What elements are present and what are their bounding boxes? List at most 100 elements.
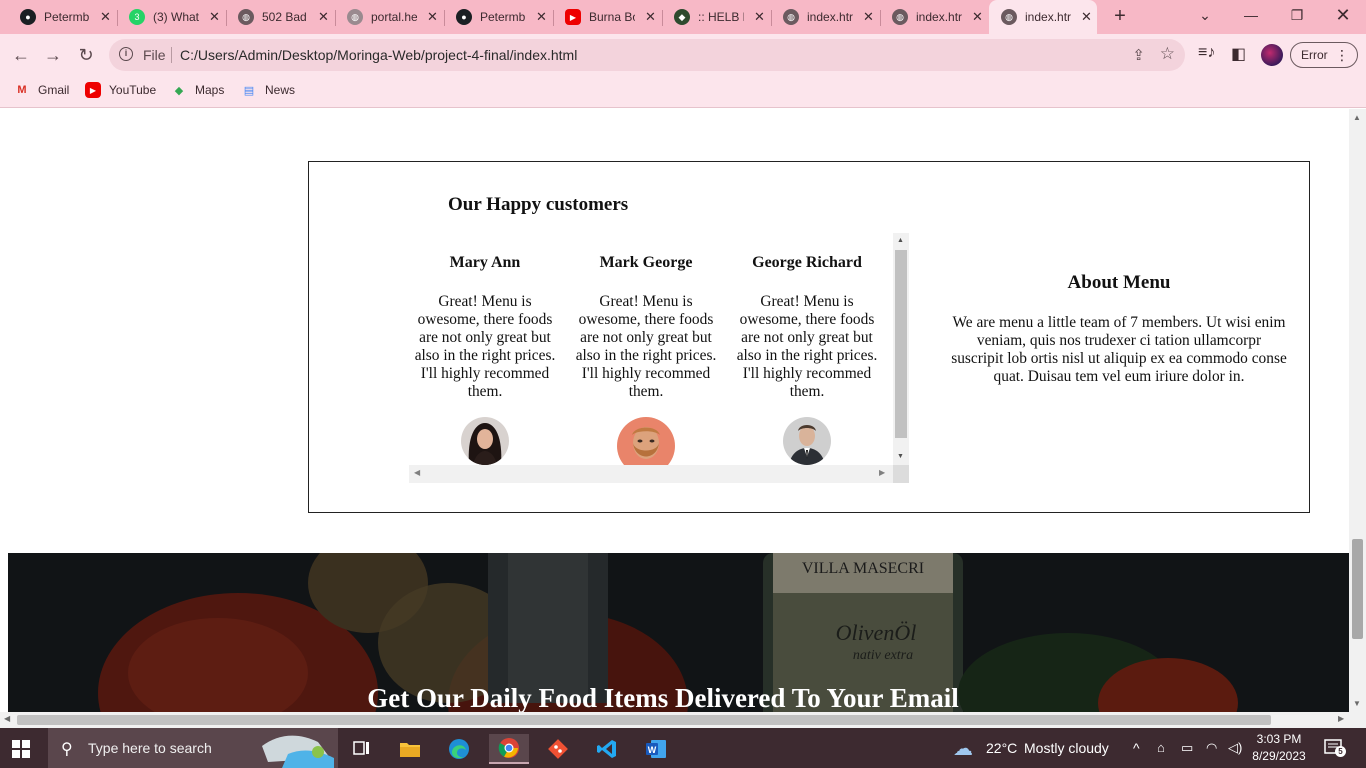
scroll-down-icon[interactable]: ▼ [1353,699,1361,708]
customers-heading: Our Happy customers [448,194,629,215]
file-explorer-icon[interactable] [390,734,430,764]
tab-title: index.htr [1025,10,1071,24]
github-icon: ● [456,9,472,25]
profile-error-button[interactable]: Error ⋮ [1290,42,1358,68]
customer-name: Mary Ann [449,254,521,271]
close-icon[interactable]: ✕ [318,9,329,25]
about-text: We are menu a little team of 7 members. … [951,314,1287,385]
youtube-icon: ▶ [565,9,581,25]
tab-github-1[interactable]: ● Petermb ✕ [12,0,114,34]
vscode-icon[interactable] [587,734,627,764]
windows-start-icon[interactable] [12,740,30,758]
show-hidden-icons-icon[interactable]: ^ [1133,740,1140,756]
scroll-up-icon[interactable]: ▲ [1353,113,1361,122]
notifications-icon[interactable]: 5 [1324,739,1346,757]
scroll-left-icon[interactable]: ◀ [4,714,10,723]
address-bar[interactable]: i File C:/Users/Admin/Desktop/Moringa-We… [109,39,1185,71]
forward-button[interactable]: → [40,42,66,68]
customer-quote: Great! Menu is owesome, there foods are … [575,293,717,400]
globe-icon: ◍ [892,9,908,25]
meet-now-icon[interactable]: ⌂ [1157,740,1165,755]
bookmark-gmail[interactable]: M Gmail [14,82,69,98]
tab-search-icon[interactable]: ⌄ [1182,0,1228,30]
testimonials-horizontal-scrollbar[interactable]: ◀ ▶ [409,465,893,483]
github-icon: ● [20,9,36,25]
back-button[interactable]: ← [8,42,34,68]
tab-index-2[interactable]: ◍ index.htr ✕ [884,0,986,34]
chrome-icon[interactable] [489,734,529,764]
scroll-right-icon[interactable]: ▶ [1338,714,1344,723]
testimonials-vertical-scrollbar[interactable]: ▲ ▼ [893,233,909,465]
close-window-button[interactable]: ✕ [1320,0,1366,30]
bookmark-youtube[interactable]: ▶ YouTube [85,82,156,98]
scrollbar-thumb[interactable] [1352,539,1363,639]
info-icon[interactable]: i [119,47,133,61]
profile-avatar[interactable] [1261,44,1283,66]
close-icon[interactable]: ✕ [1081,9,1092,25]
tab-title: :: HELB P [698,10,744,24]
browser-toolbar: ← → ↻ i File C:/Users/Admin/Desktop/Mori… [0,34,1366,76]
media-queue-icon[interactable]: ≡♪ [1198,44,1215,62]
bookmark-maps[interactable]: ◆ Maps [171,82,225,98]
close-icon[interactable]: ✕ [100,9,111,25]
minimize-button[interactable]: — [1228,0,1274,30]
word-icon[interactable]: W [636,734,676,764]
tab-github-2[interactable]: ● Petermb ✕ [448,0,550,34]
side-panel-icon[interactable]: ◧ [1231,44,1246,64]
volume-icon[interactable]: ◁) [1228,740,1242,756]
close-icon[interactable]: ✕ [209,9,220,25]
scrollbar-thumb[interactable] [895,250,907,438]
edge-icon[interactable] [439,734,479,764]
close-icon[interactable]: ✕ [427,9,438,25]
bookmark-news[interactable]: ▤ News [241,82,295,98]
whatsapp-icon: 3 [129,9,145,25]
scroll-down-icon[interactable]: ▼ [897,452,904,460]
weather-cloud-icon[interactable]: ☁ [953,736,973,761]
bookmark-star-icon[interactable]: ☆ [1160,44,1175,64]
scheme-label: File [143,47,166,63]
scroll-up-icon[interactable]: ▲ [897,236,904,244]
weather-condition[interactable]: Mostly cloudy [1024,740,1109,756]
url-text[interactable]: C:/Users/Admin/Desktop/Moringa-Web/proje… [180,47,577,63]
bookmark-label: Maps [195,83,225,97]
page-vertical-scrollbar[interactable]: ▲ ▼ [1349,109,1366,712]
man-in-suit-avatar [783,417,831,465]
taskbar-search[interactable]: ⚲ Type here to search [48,728,338,768]
search-placeholder: Type here to search [88,740,212,756]
weather-temperature[interactable]: 22°C [986,740,1017,756]
reload-button[interactable]: ↻ [73,42,99,68]
tab-title: Burna Bo [589,10,635,24]
close-icon[interactable]: ✕ [536,9,547,25]
page-horizontal-scrollbar[interactable]: ◀ ▶ [0,712,1366,728]
testimonial-card: George Richard Great! Menu is owesome, t… [732,233,882,401]
gmail-icon: M [17,84,27,96]
close-icon[interactable]: ✕ [754,9,765,25]
close-icon[interactable]: ✕ [863,9,874,25]
svg-text:W: W [648,745,657,755]
tab-title: Petermb [44,10,90,24]
customer-name: George Richard [752,254,862,271]
tab-helb[interactable]: ◆ :: HELB P ✕ [666,0,768,34]
task-view-icon[interactable] [342,734,382,764]
woman-avatar [461,417,509,465]
restore-button[interactable]: ❐ [1274,0,1320,30]
share-icon[interactable]: ⇪ [1132,46,1145,64]
tab-502[interactable]: ◍ 502 Bad ✕ [230,0,332,34]
scroll-right-icon[interactable]: ▶ [879,468,885,477]
tab-youtube[interactable]: ▶ Burna Bo ✕ [557,0,659,34]
close-icon[interactable]: ✕ [645,9,656,25]
tab-index-1[interactable]: ◍ index.htr ✕ [775,0,877,34]
testimonials-scroll-box[interactable]: Mary Ann Great! Menu is owesome, there f… [409,233,909,483]
close-icon[interactable]: ✕ [972,9,983,25]
wifi-icon[interactable]: ◠ [1206,740,1217,756]
globe-icon: ◍ [1001,9,1017,25]
git-icon[interactable] [538,734,578,764]
new-tab-button[interactable]: + [1109,5,1131,27]
tab-index-active[interactable]: ◍ index.htr ✕ [989,0,1097,34]
battery-icon[interactable]: ▭ [1181,740,1193,756]
system-clock[interactable]: 3:03 PM 8/29/2023 [1250,731,1308,765]
tab-portal[interactable]: ◍ portal.he ✕ [339,0,441,34]
tab-whatsapp[interactable]: 3 (3) What ✕ [121,0,223,34]
scrollbar-thumb[interactable] [17,715,1271,725]
scroll-left-icon[interactable]: ◀ [414,468,420,477]
